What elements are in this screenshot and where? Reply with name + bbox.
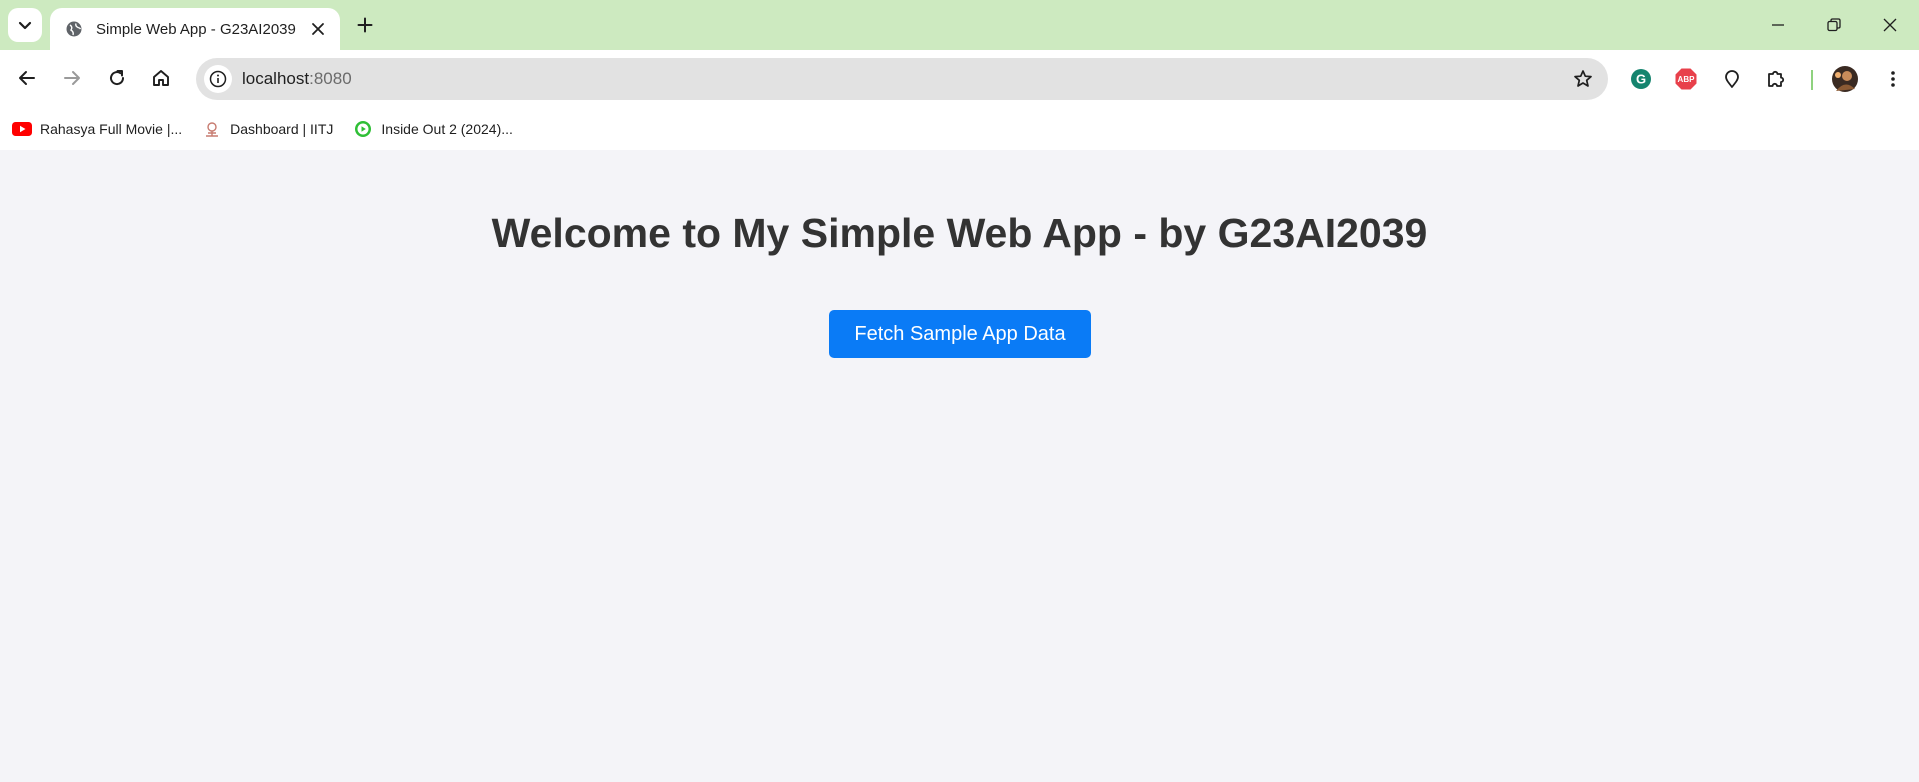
page-title: Welcome to My Simple Web App - by G23AI2… bbox=[491, 210, 1428, 256]
site-info-icon[interactable] bbox=[204, 65, 232, 93]
bookmark-label: Rahasya Full Movie |... bbox=[40, 121, 183, 137]
bookmark-label: Dashboard | IITJ bbox=[230, 121, 334, 137]
bookmark-star-icon[interactable] bbox=[1568, 64, 1598, 94]
back-icon[interactable] bbox=[9, 60, 45, 96]
browser-toolbar: localhost:8080 G ABP bbox=[0, 50, 1919, 108]
location-pin-icon[interactable] bbox=[1718, 65, 1746, 93]
bookmark-label: Inside Out 2 (2024)... bbox=[381, 121, 513, 137]
more-menu-icon[interactable] bbox=[1879, 65, 1907, 93]
svg-text:G: G bbox=[1636, 72, 1646, 87]
chevron-down-icon bbox=[18, 21, 32, 30]
toolbar-separator bbox=[1811, 70, 1813, 90]
page-content: Welcome to My Simple Web App - by G23AI2… bbox=[0, 150, 1919, 782]
restore-icon[interactable] bbox=[1817, 8, 1851, 42]
minimize-icon[interactable] bbox=[1761, 8, 1795, 42]
svg-text:ABP: ABP bbox=[1678, 75, 1696, 84]
active-tab[interactable]: Simple Web App - G23AI2039 bbox=[50, 8, 340, 50]
globe-icon bbox=[64, 19, 84, 39]
new-tab-icon[interactable] bbox=[351, 11, 379, 39]
close-window-icon[interactable] bbox=[1873, 8, 1907, 42]
profile-avatar[interactable] bbox=[1829, 63, 1861, 95]
bookmark-item-inside-out[interactable]: Inside Out 2 (2024)... bbox=[353, 119, 513, 139]
grammarly-icon[interactable]: G bbox=[1627, 65, 1655, 93]
youtube-icon bbox=[12, 119, 32, 139]
forward-icon[interactable] bbox=[54, 60, 90, 96]
tab-title: Simple Web App - G23AI2039 bbox=[96, 20, 296, 38]
play-icon bbox=[353, 119, 373, 139]
address-bar[interactable]: localhost:8080 bbox=[196, 58, 1608, 100]
fetch-sample-data-button[interactable]: Fetch Sample App Data bbox=[829, 310, 1091, 358]
url-port: :8080 bbox=[309, 69, 352, 88]
close-tab-icon[interactable] bbox=[306, 17, 330, 41]
bookmarks-bar: Rahasya Full Movie |... Dashboard | IITJ… bbox=[0, 108, 1919, 150]
tab-search-button[interactable] bbox=[8, 8, 42, 42]
adblock-plus-icon[interactable]: ABP bbox=[1672, 65, 1700, 93]
bookmark-item-rahasya[interactable]: Rahasya Full Movie |... bbox=[12, 119, 182, 139]
reload-icon[interactable] bbox=[99, 60, 135, 96]
tab-strip: Simple Web App - G23AI2039 bbox=[0, 0, 1919, 50]
url-host: localhost bbox=[242, 69, 310, 88]
home-icon[interactable] bbox=[143, 60, 179, 96]
extensions-puzzle-icon[interactable] bbox=[1763, 65, 1791, 93]
iitj-logo-icon bbox=[202, 119, 222, 139]
bookmark-item-dashboard[interactable]: Dashboard | IITJ bbox=[202, 119, 333, 139]
